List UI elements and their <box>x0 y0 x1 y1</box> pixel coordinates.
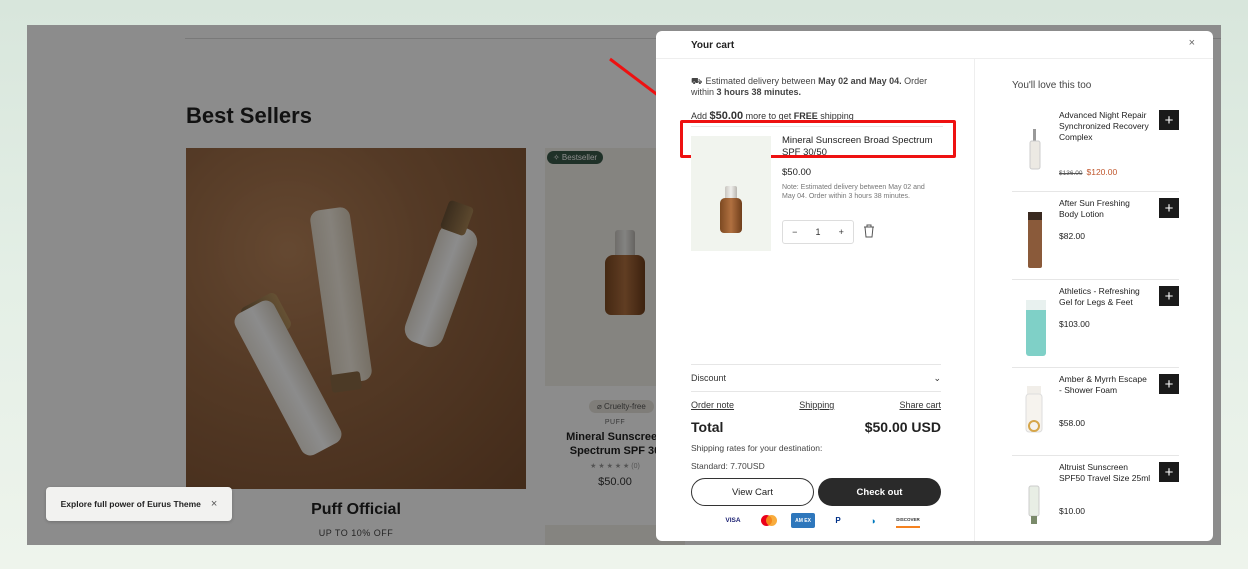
recommend-item[interactable]: After Sun Freshing Body Lotion $82.00 + <box>1012 192 1179 280</box>
diners-club-icon: ◑ <box>870 515 876 526</box>
cart-item-name[interactable]: Mineral Sunscreen Broad Spectrum SPF 30/… <box>782 135 942 159</box>
recommend-item[interactable]: Advanced Night Repair Synchronized Recov… <box>1012 104 1179 192</box>
chevron-down-icon: ⌄ <box>933 372 941 383</box>
add-to-cart-button[interactable]: + <box>1159 110 1179 130</box>
recommendations: You'll love this too Advanced Night Repa… <box>976 59 1213 541</box>
recommend-item[interactable]: Athletics - Refreshing Gel for Legs & Fe… <box>1012 280 1179 368</box>
recommend-item-name[interactable]: Athletics - Refreshing Gel for Legs & Fe… <box>1059 286 1151 308</box>
quantity-stepper: − 1 + <box>782 220 854 244</box>
order-note-link[interactable]: Order note <box>691 400 734 410</box>
delivery-time: 3 hours 38 minutes. <box>716 87 802 97</box>
recommend-item-name[interactable]: Amber & Myrrh Escape - Shower Foam <box>1059 374 1151 396</box>
recommend-title: You'll love this too <box>1012 80 1092 91</box>
checkout-button[interactable]: Check out <box>818 478 941 506</box>
minus-icon[interactable]: − <box>792 227 797 237</box>
payment-icons: VISA AM EX P ◑ DISCOVER <box>721 513 920 528</box>
recommend-item-price: $10.00 <box>1059 506 1085 516</box>
visa-icon: VISA <box>725 517 741 524</box>
add-to-cart-button[interactable]: + <box>1159 198 1179 218</box>
product-thumbnail[interactable] <box>1016 202 1056 272</box>
delivery-prefix: Estimated delivery between <box>705 76 819 86</box>
cart-header: Your cart × <box>656 31 1213 59</box>
mastercard-icon <box>756 513 780 528</box>
recommend-item-price: $103.00 <box>1059 319 1090 329</box>
quantity-input[interactable]: 1 <box>815 227 820 237</box>
discount-accordion[interactable]: Discount ⌄ <box>691 364 941 392</box>
delivery-dates: May 02 and May 04. <box>818 76 902 86</box>
cart-total: Total $50.00 USD <box>691 419 941 435</box>
cart-item-note: Note: Estimated delivery between May 02 … <box>782 184 925 200</box>
product-thumbnail[interactable] <box>1016 466 1056 536</box>
toast-close-icon[interactable]: × <box>211 498 217 510</box>
recommend-item-name[interactable]: After Sun Freshing Body Lotion <box>1059 198 1151 220</box>
theme-toast[interactable]: Explore full power of Eurus Theme × <box>46 487 232 521</box>
view-cart-button[interactable]: View Cart <box>691 478 814 506</box>
total-label: Total <box>691 419 724 435</box>
close-icon[interactable]: × <box>1189 37 1195 49</box>
amex-icon: AM EX <box>791 513 815 528</box>
old-price: $136.00 <box>1059 170 1083 177</box>
toast-text: Explore full power of Eurus Theme <box>60 499 201 509</box>
cart-drawer: Your cart × ⛟ Estimated delivery between… <box>656 31 1213 541</box>
shipping-link[interactable]: Shipping <box>799 400 834 410</box>
add-to-cart-button[interactable]: + <box>1159 286 1179 306</box>
share-cart-link[interactable]: Share cart <box>899 400 941 410</box>
cart-title: Your cart <box>691 40 735 51</box>
shipping-rates-text: Shipping rates for your destination: <box>691 443 823 453</box>
recommend-item[interactable]: Amber & Myrrh Escape - Shower Foam $58.0… <box>1012 368 1179 456</box>
recommend-item-name[interactable]: Advanced Night Repair Synchronized Recov… <box>1059 110 1151 143</box>
recommend-item-name[interactable]: Altruist Sunscreen SPF50 Travel Size 25m… <box>1059 462 1151 484</box>
plus-icon[interactable]: + <box>839 227 844 237</box>
truck-icon: ⛟ <box>691 76 703 86</box>
recommend-item-price: $82.00 <box>1059 231 1085 241</box>
recommend-item-price: $58.00 <box>1059 418 1085 428</box>
browser-viewport: Best Sellers Puff Official UP TO 10% OFF… <box>27 25 1221 545</box>
add-to-cart-button[interactable]: + <box>1159 374 1179 394</box>
product-thumbnail[interactable] <box>1016 290 1056 360</box>
total-value: $50.00 USD <box>864 419 941 435</box>
cart-links: Order note Shipping Share cart <box>691 400 941 410</box>
discover-icon: DISCOVER <box>896 513 920 528</box>
delivery-estimate: ⛟ Estimated delivery between May 02 and … <box>691 76 943 98</box>
serum-bottle-shape <box>720 198 742 233</box>
standard-rate: Standard: 7.70USD <box>691 461 765 471</box>
trash-icon[interactable] <box>862 223 876 239</box>
recommend-item-price: $136.00 $120.00 <box>1059 167 1117 177</box>
product-thumbnail[interactable] <box>1016 378 1056 448</box>
add-to-cart-button[interactable]: + <box>1159 462 1179 482</box>
recommend-item[interactable]: Altruist Sunscreen SPF50 Travel Size 25m… <box>1012 456 1179 541</box>
product-thumbnail[interactable] <box>1016 114 1056 184</box>
cart-item-price: $50.00 <box>782 167 812 178</box>
paypal-icon: P <box>835 516 841 525</box>
discount-label: Discount <box>691 373 727 383</box>
cart-main: ⛟ Estimated delivery between May 02 and … <box>656 59 975 541</box>
sale-price: $120.00 <box>1086 167 1118 177</box>
